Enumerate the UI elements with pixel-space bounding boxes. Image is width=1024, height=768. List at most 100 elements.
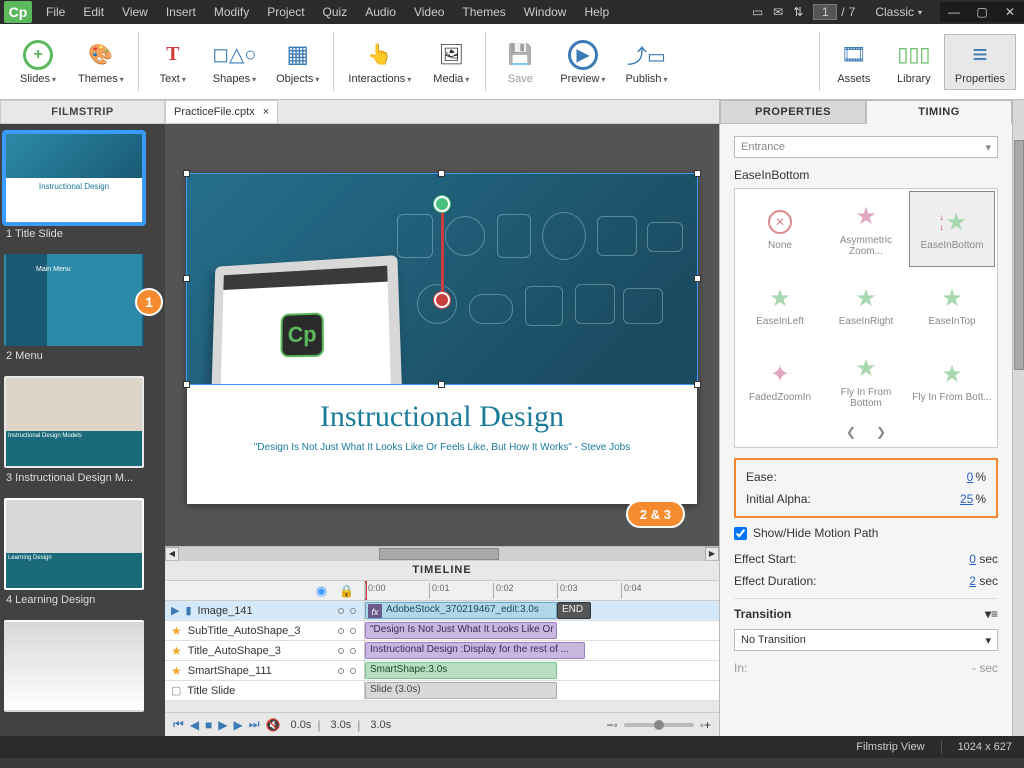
save-button[interactable]: 💾Save [490,35,550,89]
timeline-row[interactable]: ★SmartShape_111 SmartShape:3.0s [165,661,719,681]
ease-value[interactable]: 0 [967,470,974,484]
properties-button[interactable]: ≡Properties [944,34,1016,90]
tl-play-button[interactable]: ▶ [218,718,227,732]
effect-fadedzoomin[interactable]: ✦FadedZoomIn [737,343,823,419]
alpha-value[interactable]: 25 [960,492,973,506]
scroll-track[interactable] [179,547,705,561]
show-motion-path-row[interactable]: Show/Hide Motion Path [734,518,998,548]
preview-button[interactable]: ▶Preview [550,35,615,89]
timeline-row[interactable]: ▶▮Image_141 fxAdobeStock_370219467_edit:… [165,601,719,621]
menu-view[interactable]: View [114,1,156,23]
show-path-checkbox[interactable] [734,527,747,540]
menu-video[interactable]: Video [406,1,452,23]
slide-subtitle[interactable]: "Design Is Not Just What It Looks Like O… [187,434,697,453]
dur-value[interactable]: 2 [969,574,976,588]
tl-first-button[interactable]: ⏮ [173,717,184,732]
menu-modify[interactable]: Modify [206,1,257,23]
resize-handle[interactable] [438,381,445,388]
shapes-button[interactable]: ◻△○Shapes [203,35,266,89]
menu-window[interactable]: Window [516,1,575,23]
tl-last-button[interactable]: ⏭ [249,717,260,732]
screen-icon[interactable]: ▭ [752,5,763,19]
resize-handle[interactable] [694,170,701,177]
menu-file[interactable]: File [38,1,73,23]
publish-button[interactable]: ⤴▭Publish [615,35,677,89]
text-button[interactable]: TText [143,35,203,89]
scroll-thumb[interactable] [379,548,499,560]
grid-prev-button[interactable]: ❮ [846,425,856,439]
filmstrip-scroll[interactable]: Instructional Design 1 Title Slide Main … [0,124,165,736]
resize-handle[interactable] [694,381,701,388]
menu-audio[interactable]: Audio [357,1,404,23]
transition-section[interactable]: Transition▾≡ [734,598,998,625]
timeline-row[interactable]: ▢Title Slide Slide (3.0s) [165,681,719,701]
zoom-out-icon[interactable]: −◦ [606,718,617,732]
start-value[interactable]: 0 [969,552,976,566]
lock-icon[interactable]: 🔒 [339,584,354,598]
page-current[interactable]: 1 [813,4,837,20]
slide-thumb-4[interactable]: Learning Design 4 Learning Design [4,498,157,614]
section-menu-icon[interactable]: ▾≡ [985,607,998,621]
zoom-in-icon[interactable]: ◦+ [700,718,711,732]
resize-handle[interactable] [183,275,190,282]
motion-path[interactable] [441,206,444,298]
menu-edit[interactable]: Edit [75,1,112,23]
zoom-slider-thumb[interactable] [654,720,664,730]
menu-project[interactable]: Project [259,1,312,23]
media-button[interactable]: 🖼Media [421,35,481,89]
effect-none[interactable]: None [737,191,823,267]
themes-button[interactable]: 🎨Themes [68,35,134,89]
tl-stop-button[interactable]: ■ [205,718,212,732]
sync-icon[interactable]: ⇅ [793,5,803,19]
mail-icon[interactable]: ✉ [773,5,783,19]
scroll-left-button[interactable]: ◀ [165,547,179,561]
right-scrollbar[interactable] [1012,100,1024,736]
tl-mute-button[interactable]: 🔇 [266,718,281,732]
resize-handle[interactable] [694,275,701,282]
transition-dropdown[interactable]: No Transition▾ [734,629,998,651]
effect-easeinbottom[interactable]: ↓ ↓★EaseInBottom [909,191,995,267]
motion-end-marker[interactable] [434,292,450,308]
slides-button[interactable]: +Slides [8,35,68,89]
scrollbar-thumb[interactable] [1014,140,1024,370]
workspace-selector[interactable]: Classic▾ [865,5,932,19]
canvas-area[interactable]: Cp Instructional Design [165,124,719,546]
properties-tab[interactable]: PROPERTIES [720,100,866,124]
interactions-button[interactable]: 👆Interactions [338,35,421,89]
minimize-button[interactable]: — [940,2,968,22]
timeline-ruler[interactable]: 0:00 0:01 0:02 0:03 0:04 [365,581,719,600]
effect-flyin-bottom[interactable]: ★Fly In From Bottom [823,343,909,419]
menu-insert[interactable]: Insert [158,1,204,23]
library-button[interactable]: ▯▯▯Library [884,34,944,90]
grid-next-button[interactable]: ❯ [876,425,886,439]
timeline-row[interactable]: ★SubTitle_AutoShape_3 "Design Is Not Jus… [165,621,719,641]
resize-handle[interactable] [438,170,445,177]
slide-thumb-3[interactable]: Instructional Design Models 3 Instructio… [4,376,157,492]
menu-quiz[interactable]: Quiz [315,1,356,23]
effect-easeinleft[interactable]: ★EaseInLeft [737,267,823,343]
motion-start-marker[interactable] [434,196,450,212]
document-tab[interactable]: PracticeFile.cptx × [165,100,278,123]
entrance-dropdown[interactable]: Entrance▾ [734,136,998,158]
timeline-row[interactable]: ★Title_AutoShape_3 Instructional Design … [165,641,719,661]
slide-title[interactable]: Instructional Design [187,384,697,434]
slide-thumb-2[interactable]: Main Menu 1 2 Menu [4,254,157,370]
close-tab-icon[interactable]: × [263,106,269,118]
visibility-icon[interactable]: ◉ [316,583,327,599]
slide-thumb-5[interactable] [4,620,157,712]
tl-prev-button[interactable]: ◀ [190,718,199,732]
effect-asymzoom[interactable]: ★Asymmetric Zoom... [823,191,909,267]
resize-handle[interactable] [183,381,190,388]
resize-handle[interactable] [183,170,190,177]
canvas-hscroll[interactable]: ◀ ▶ [165,546,719,560]
effect-easeintop[interactable]: ★EaseInTop [909,267,995,343]
tl-next-button[interactable]: ▶ [234,718,243,732]
timeline-zoom[interactable]: −◦ ◦+ [606,718,711,732]
assets-button[interactable]: 🎞Assets [824,34,884,90]
timing-tab[interactable]: TIMING [866,100,1012,124]
maximize-button[interactable]: ▢ [968,2,996,22]
slide-thumb-1[interactable]: Instructional Design 1 Title Slide [4,132,157,248]
scroll-right-button[interactable]: ▶ [705,547,719,561]
menu-themes[interactable]: Themes [454,1,513,23]
effect-easeinright[interactable]: ★EaseInRight [823,267,909,343]
